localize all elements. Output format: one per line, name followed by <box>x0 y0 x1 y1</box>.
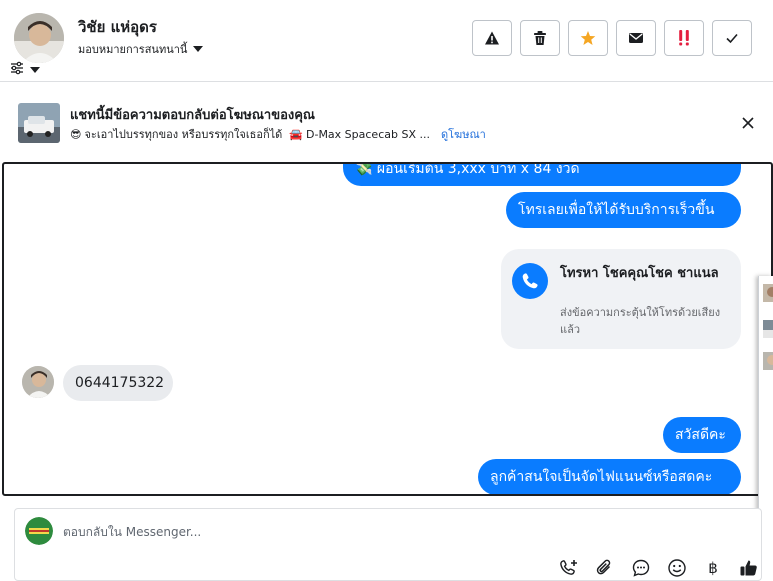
smiley-icon <box>668 559 686 577</box>
paperclip-icon <box>596 559 611 575</box>
message-text: สวัสดีคะ <box>675 427 726 443</box>
attach-button[interactable] <box>594 557 616 579</box>
call-card-subtitle: ส่งข้อความกระตุ้นให้โทรด้วยเสียงแล้ว <box>560 306 721 336</box>
star-button[interactable] <box>568 20 608 56</box>
assign-label: มอบหมายการสนทนานี้ <box>78 43 188 56</box>
thumbnail-avatar <box>763 284 773 302</box>
message-text: 💸 ผ่อนเริ่มต้น 3,xxx บาท x 84 งวด <box>355 162 580 177</box>
chevron-down-icon <box>30 66 40 73</box>
emoji-button[interactable] <box>666 557 688 579</box>
thumbnail-avatar <box>763 352 773 370</box>
filter-menu-button[interactable] <box>10 60 40 79</box>
composer-toolbar: ฿ <box>558 557 760 579</box>
phone-icon <box>512 263 548 299</box>
conversation-actions <box>472 20 752 56</box>
warning-icon <box>485 31 499 45</box>
check-icon <box>726 33 738 44</box>
trash-icon <box>534 31 546 45</box>
ad-thumbnail[interactable] <box>18 103 60 143</box>
saved-replies-button[interactable] <box>630 557 652 579</box>
call-request-card[interactable]: โทรหา โชคคุณโชค ชาแนล ส่งข้อความกระตุ้นใ… <box>501 249 741 349</box>
page-avatar <box>25 517 53 545</box>
ad-model: D-Max Spacecab SX ... <box>306 127 430 141</box>
mark-unread-button[interactable] <box>616 20 656 56</box>
conversation-header: วิชัย แห่อุดร มอบหมายการสนทนานี้ <box>0 0 773 82</box>
assign-conversation-dropdown[interactable]: มอบหมายการสนทนานี้ <box>78 40 204 58</box>
message-thread[interactable]: 💸 ผ่อนเริ่มต้น 3,xxx บาท x 84 งวด โทรเลย… <box>2 162 773 496</box>
close-banner-button[interactable] <box>738 113 758 133</box>
contact-avatar[interactable] <box>14 13 64 63</box>
message-text: 0644175322 <box>75 375 165 391</box>
message-bubble-outgoing[interactable]: สวัสดีคะ <box>663 417 741 453</box>
chevron-down-icon <box>193 46 204 52</box>
thumbnail-image <box>763 320 773 338</box>
like-button[interactable] <box>738 557 760 579</box>
message-bubble-outgoing[interactable]: ลูกค้าสนใจเป็นจัดไฟแนนซ์หรือสดคะ <box>478 459 741 494</box>
view-ad-link[interactable]: ดูโฆษณา <box>441 125 486 143</box>
message-bubble-outgoing[interactable]: 💸 ผ่อนเริ่มต้น 3,xxx บาท x 84 งวด <box>343 162 741 186</box>
close-icon <box>742 117 754 129</box>
car-emoji-icon: 🚘 <box>289 127 303 141</box>
contact-name[interactable]: วิชัย แห่อุดร <box>78 15 157 39</box>
reply-input[interactable] <box>63 521 543 543</box>
ad-caption: จะเอาไปบรรทุกของ หรือบรรทุกใจเธอก็ได้ <box>84 128 283 141</box>
contact-avatar-small <box>22 366 54 398</box>
double-exclamation-icon <box>679 30 689 46</box>
ad-banner-subtitle: 😎 จะเอาไปบรรทุกของ หรือบรรทุกใจเธอก็ได้ … <box>70 125 486 143</box>
star-icon <box>580 31 596 45</box>
call-card-title: โทรหา โชคคุณโชค ชาแนล <box>560 266 719 281</box>
payment-button[interactable]: ฿ <box>702 557 724 579</box>
sunglasses-emoji-icon: 😎 <box>70 127 82 141</box>
sliders-icon <box>10 60 24 79</box>
ad-reply-banner: แชทนี้มีข้อความตอบกลับต่อโฆษณาของคุณ 😎 จ… <box>0 83 773 162</box>
delete-button[interactable] <box>520 20 560 56</box>
message-bubble-incoming[interactable]: 0644175322 <box>63 365 173 401</box>
svg-text:฿: ฿ <box>708 559 718 577</box>
message-text: ลูกค้าสนใจเป็นจัดไฟแนนซ์หรือสดคะ <box>490 469 713 485</box>
phone-plus-icon <box>560 560 577 575</box>
envelope-icon <box>629 33 643 43</box>
reply-composer: ฿ <box>14 508 762 581</box>
mark-done-button[interactable] <box>712 20 752 56</box>
baht-icon: ฿ <box>708 559 718 577</box>
chat-bubble-icon <box>632 559 650 577</box>
message-text: โทรเลยเพื่อให้ได้รับบริการเร็วขึ้น <box>518 202 715 218</box>
message-bubble-outgoing[interactable]: โทรเลยเพื่อให้ได้รับบริการเร็วขึ้น <box>506 192 741 228</box>
report-spam-button[interactable] <box>472 20 512 56</box>
thumbs-up-icon <box>740 560 757 576</box>
follow-up-button[interactable] <box>664 20 704 56</box>
call-add-button[interactable] <box>558 557 580 579</box>
ad-banner-title: แชทนี้มีข้อความตอบกลับต่อโฆษณาของคุณ <box>70 108 315 123</box>
